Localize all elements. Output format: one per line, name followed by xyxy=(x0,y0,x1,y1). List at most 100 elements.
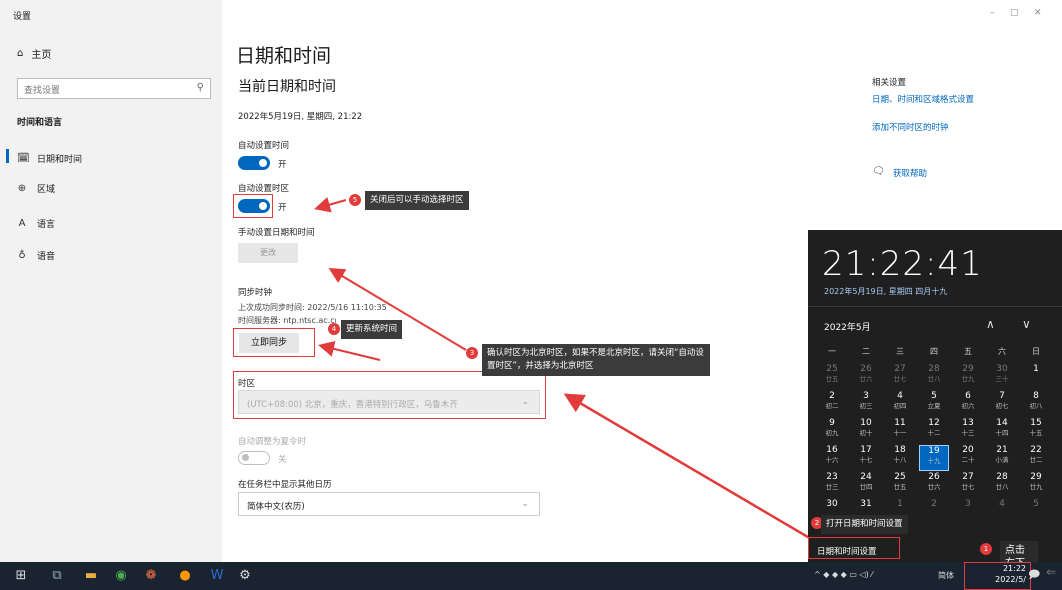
lunar-label: 廿五 xyxy=(825,375,839,383)
calendar-day[interactable]: 8 初八 xyxy=(1021,391,1051,417)
calendar-day[interactable]: 22 廿二 xyxy=(1021,445,1051,471)
calendar-day[interactable]: 17 十七 xyxy=(851,445,881,471)
calendar-day[interactable]: 11 十一 xyxy=(885,418,915,444)
lunar-label: 十三 xyxy=(961,429,975,437)
calendar-day[interactable]: 30 三十 xyxy=(987,364,1017,390)
lunar-label: 立夏 xyxy=(927,402,941,410)
app-icon-2[interactable]: ● xyxy=(176,567,194,585)
day-number: 25 xyxy=(894,472,906,482)
calendar-day[interactable]: 7 初七 xyxy=(987,391,1017,417)
day-number: 20 xyxy=(962,445,974,455)
start-icon[interactable]: ⊞ xyxy=(12,567,30,585)
calendar-day[interactable]: 16 十六 xyxy=(817,445,847,471)
calendar-day[interactable]: 9 初九 xyxy=(817,418,847,444)
calendar-day[interactable]: 28 廿八 xyxy=(919,364,949,390)
calendar-day[interactable]: 2 初二 xyxy=(817,391,847,417)
calendar-day[interactable]: 28 廿八 xyxy=(987,472,1017,498)
lunar-label: 初六 xyxy=(961,402,975,410)
lunar-label: 廿八 xyxy=(995,483,1009,491)
calendar-day[interactable]: 26 廿六 xyxy=(919,472,949,498)
calendar-prev-icon[interactable]: ∧ xyxy=(986,317,995,331)
flyout-clock: 21:22:41 xyxy=(822,244,983,284)
calendar-day[interactable]: 23 廿三 xyxy=(817,472,847,498)
lunar-label: 三十 xyxy=(995,375,1009,383)
calendar-day[interactable]: 27 廿七 xyxy=(953,472,983,498)
calendar-day[interactable]: 4 初四 xyxy=(885,391,915,417)
calendar-day[interactable]: 25 廿五 xyxy=(885,472,915,498)
day-number: 7 xyxy=(999,391,1005,401)
calendar-day[interactable]: 13 十三 xyxy=(953,418,983,444)
flyout-date[interactable]: 2022年5月19日, 星期四 四月十九 xyxy=(824,286,947,297)
day-number: 17 xyxy=(860,445,872,455)
calendar-day[interactable]: 5 立夏 xyxy=(919,391,949,417)
calendar-day[interactable]: 5 xyxy=(1021,499,1051,525)
lunar-label: 廿九 xyxy=(1029,483,1043,491)
lunar-label: 初七 xyxy=(995,402,1009,410)
calendar-day[interactable]: 6 初六 xyxy=(953,391,983,417)
calendar-day[interactable]: 25 廿五 xyxy=(817,364,847,390)
calendar-day[interactable]: 19 十九 xyxy=(919,445,949,471)
taskbar-time: 21:22 xyxy=(1002,564,1026,573)
day-number: 6 xyxy=(965,391,971,401)
lunar-label: 十九 xyxy=(927,457,941,465)
lunar-label: 廿七 xyxy=(961,483,975,491)
calendar-day[interactable]: 2 xyxy=(919,499,949,525)
day-number: 4 xyxy=(897,391,903,401)
day-number: 27 xyxy=(894,364,906,374)
ime-indicator[interactable]: 简体 xyxy=(938,570,954,581)
calendar-day[interactable]: 3 xyxy=(953,499,983,525)
notification-icon[interactable]: 🗩 xyxy=(1028,566,1040,585)
app-icon[interactable]: ❁ xyxy=(142,567,160,585)
file-explorer-icon[interactable]: ▬ xyxy=(82,567,100,585)
calendar-day[interactable]: 18 十八 xyxy=(885,445,915,471)
calendar-day[interactable]: 15 十五 xyxy=(1021,418,1051,444)
calendar-day[interactable]: 26 廿六 xyxy=(851,364,881,390)
calendar-next-icon[interactable]: ∨ xyxy=(1022,317,1031,331)
calendar-day[interactable]: 10 初十 xyxy=(851,418,881,444)
day-number: 26 xyxy=(860,364,872,374)
day-number: 14 xyxy=(996,418,1008,428)
lunar-label: 十六 xyxy=(825,456,839,464)
chrome-icon[interactable]: ◉ xyxy=(112,567,130,585)
step-1-badge: 1 xyxy=(980,543,992,555)
calendar-day[interactable]: 12 十二 xyxy=(919,418,949,444)
day-number: 4 xyxy=(999,499,1005,509)
calendar-day[interactable]: 24 廿四 xyxy=(851,472,881,498)
calendar-month[interactable]: 2022年5月 xyxy=(824,320,871,333)
calendar-day[interactable]: 3 初三 xyxy=(851,391,881,417)
weekday-label: 日 xyxy=(1032,347,1040,356)
calendar-day[interactable]: 29 廿九 xyxy=(953,364,983,390)
day-number: 13 xyxy=(962,418,974,428)
day-number: 23 xyxy=(826,472,838,482)
day-number: 18 xyxy=(894,445,906,455)
day-number: 16 xyxy=(826,445,838,455)
lunar-label: 廿四 xyxy=(859,483,873,491)
calendar-day[interactable]: 4 xyxy=(987,499,1017,525)
lunar-label: 廿九 xyxy=(961,375,975,383)
calendar-day[interactable]: 1 xyxy=(1021,364,1051,390)
day-number: 2 xyxy=(931,499,937,509)
calendar-day[interactable]: 29 廿九 xyxy=(1021,472,1051,498)
taskbar-clock[interactable]: 21:22 2022/5/ xyxy=(988,563,1026,585)
lunar-label: 十二 xyxy=(927,429,941,437)
day-number: 29 xyxy=(962,364,974,374)
day-number: 3 xyxy=(863,391,869,401)
calendar-day[interactable]: 21 小满 xyxy=(987,445,1017,471)
flyout-divider xyxy=(808,306,1062,307)
task-view-icon[interactable]: ⧉ xyxy=(48,567,66,585)
weekday-label: 五 xyxy=(964,347,972,356)
gear-icon[interactable]: ⚙ xyxy=(236,567,254,585)
word-icon[interactable]: W xyxy=(208,567,226,585)
calendar-day[interactable]: 27 廿七 xyxy=(885,364,915,390)
calendar-day[interactable]: 14 十四 xyxy=(987,418,1017,444)
day-number: 24 xyxy=(860,472,872,482)
day-number: 28 xyxy=(996,472,1008,482)
calendar-day[interactable]: 20 二十 xyxy=(953,445,983,471)
day-number: 1 xyxy=(897,499,903,509)
datetime-settings-link[interactable]: 日期和时间设置 xyxy=(813,542,881,560)
day-number: 5 xyxy=(931,391,937,401)
lunar-label: 廿八 xyxy=(927,375,941,383)
callout-2: 打开日期和时间设置 xyxy=(821,515,908,534)
tray-icons[interactable]: ^ ◆ ◆ ◆ ▭ ◁) ⁄ xyxy=(814,570,873,579)
day-number: 8 xyxy=(1033,391,1039,401)
